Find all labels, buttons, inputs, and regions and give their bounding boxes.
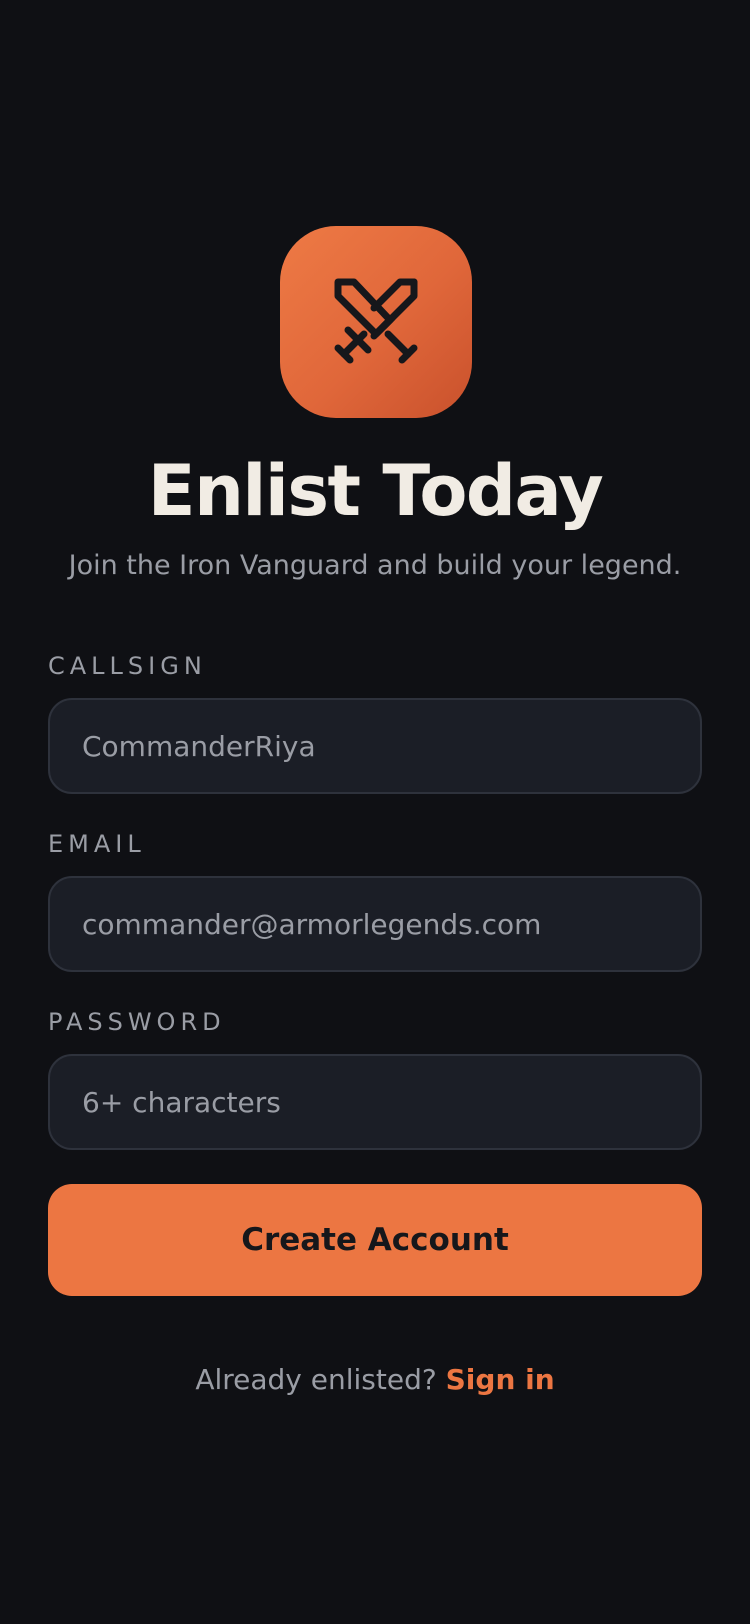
create-account-button[interactable]: Create Account xyxy=(48,1184,702,1296)
signin-prompt-text: Already enlisted? xyxy=(195,1363,446,1396)
password-input[interactable] xyxy=(82,1056,700,1148)
email-label: EMAIL xyxy=(48,830,146,858)
app-logo xyxy=(280,226,472,418)
password-label: PASSWORD xyxy=(48,1008,226,1036)
callsign-field[interactable] xyxy=(48,698,702,794)
page-subtitle: Join the Iron Vanguard and build your le… xyxy=(68,550,682,581)
page-title: Enlist Today xyxy=(147,450,604,532)
signin-prompt: Already enlisted? Sign in xyxy=(0,1360,750,1400)
callsign-input[interactable] xyxy=(82,700,700,792)
callsign-label: CALLSIGN xyxy=(48,652,207,680)
email-input[interactable] xyxy=(82,878,700,970)
crossed-swords-icon xyxy=(334,278,418,364)
email-field[interactable] xyxy=(48,876,702,972)
signin-link[interactable]: Sign in xyxy=(446,1363,555,1396)
password-field[interactable] xyxy=(48,1054,702,1150)
enlist-screen: Enlist Today Join the Iron Vanguard and … xyxy=(0,0,750,1624)
